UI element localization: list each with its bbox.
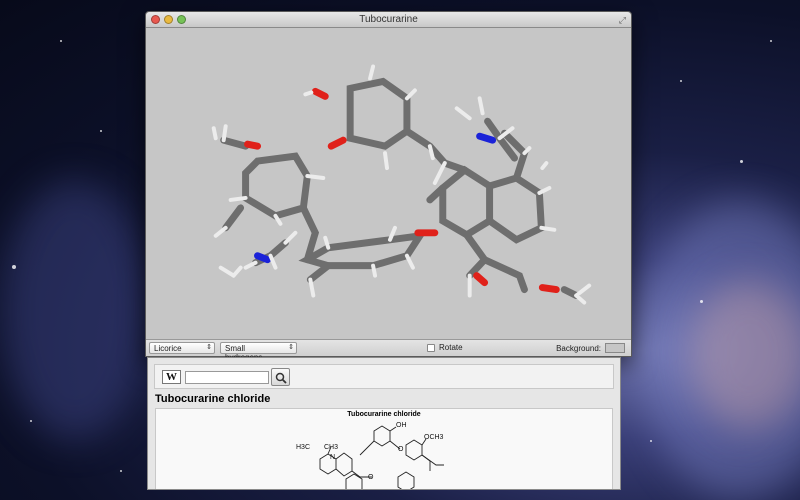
star [770, 40, 772, 42]
hydrogen-bonds [211, 64, 592, 305]
structure-label-o1: O [398, 446, 404, 453]
window-title: Tubocurarine [359, 14, 418, 25]
star [60, 40, 62, 42]
display-style-select[interactable]: Licorice ⇕ [149, 342, 215, 354]
chevron-updown-icon: ⇕ [206, 344, 212, 351]
star [30, 420, 32, 422]
structure-label-h3c: H3C [296, 444, 310, 451]
search-button[interactable] [271, 368, 290, 386]
page-title: Tubocurarine chloride [155, 393, 271, 405]
background-color-well[interactable] [605, 343, 625, 353]
structure-label-oh: OH [396, 422, 407, 429]
star [680, 80, 682, 82]
chevron-updown-icon: ⇕ [288, 344, 294, 351]
window-titlebar[interactable]: Tubocurarine ⤢ [146, 12, 631, 28]
molecule-model[interactable] [146, 28, 631, 341]
star [740, 160, 743, 163]
search-bar: W [154, 364, 614, 389]
rotate-checkbox[interactable] [427, 343, 435, 352]
structure-label-o2: O [368, 474, 374, 481]
structure-label-och3: OCH3 [424, 434, 444, 441]
structure-label-ch3: CH3 [324, 444, 338, 451]
molecule-3d-view[interactable] [146, 28, 631, 341]
fullscreen-icon[interactable]: ⤢ [619, 15, 626, 26]
rotate-label: Rotate [439, 343, 463, 352]
background-label: Background: [556, 344, 601, 353]
carbon-bonds [220, 77, 580, 300]
hydrogen-display-select[interactable]: Small hydrogens ⇕ [220, 342, 297, 362]
viewer-toolbar: Licorice ⇕ Small hydrogens ⇕ Rotate Back… [146, 339, 631, 362]
nebula [690, 280, 800, 430]
search-input[interactable] [185, 371, 269, 384]
infobox: Tubocurarine chloride H3C CH3 N OH OCH3 … [155, 408, 613, 489]
molecule-viewer-window: Tubocurarine ⤢ Licorice ⇕ Small ⇕ Rotate… [145, 11, 632, 362]
star [100, 130, 102, 132]
star [650, 440, 652, 442]
rotate-toggle[interactable]: Rotate [427, 343, 463, 352]
wikipedia-panel: W Tubocurarine chloride Tubocurarine chl… [147, 357, 621, 490]
wikipedia-logo-icon[interactable]: W [162, 370, 181, 384]
display-style-value: Licorice [154, 344, 182, 353]
magnifier-icon [275, 372, 287, 384]
star [12, 265, 16, 269]
structure-label-n: N [330, 454, 335, 461]
nebula [0, 180, 150, 440]
structure-diagram: H3C CH3 N OH OCH3 O O [296, 422, 444, 489]
star [120, 470, 122, 472]
star [700, 300, 703, 303]
infobox-caption: Tubocurarine chloride [347, 411, 421, 418]
